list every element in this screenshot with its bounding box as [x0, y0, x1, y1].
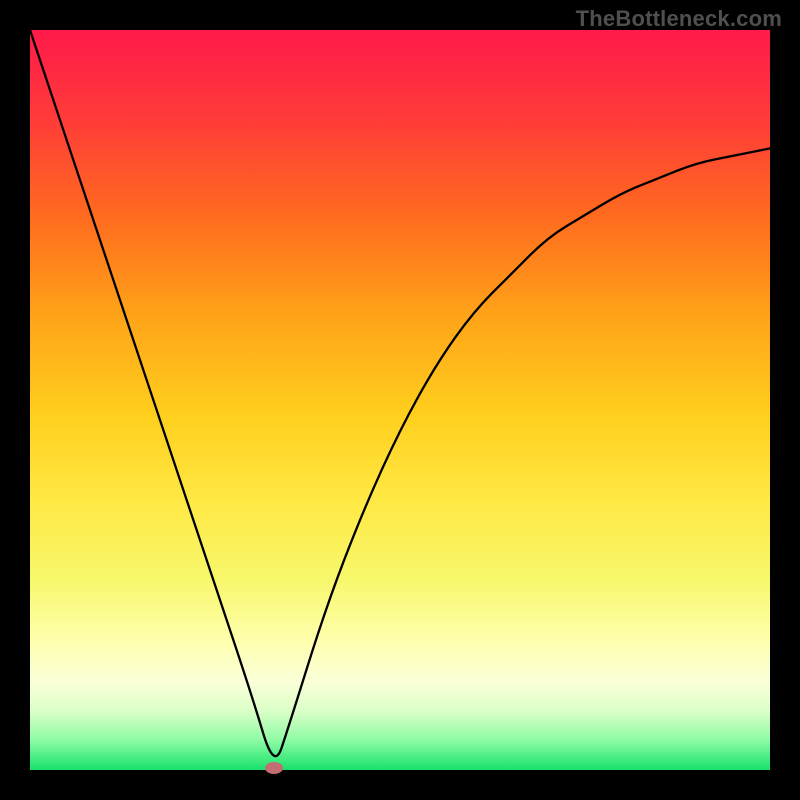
- minimum-marker: [265, 762, 283, 774]
- watermark-text: TheBottleneck.com: [576, 6, 782, 32]
- bottleneck-curve: [30, 30, 770, 770]
- plot-area: [30, 30, 770, 770]
- chart-frame: TheBottleneck.com: [0, 0, 800, 800]
